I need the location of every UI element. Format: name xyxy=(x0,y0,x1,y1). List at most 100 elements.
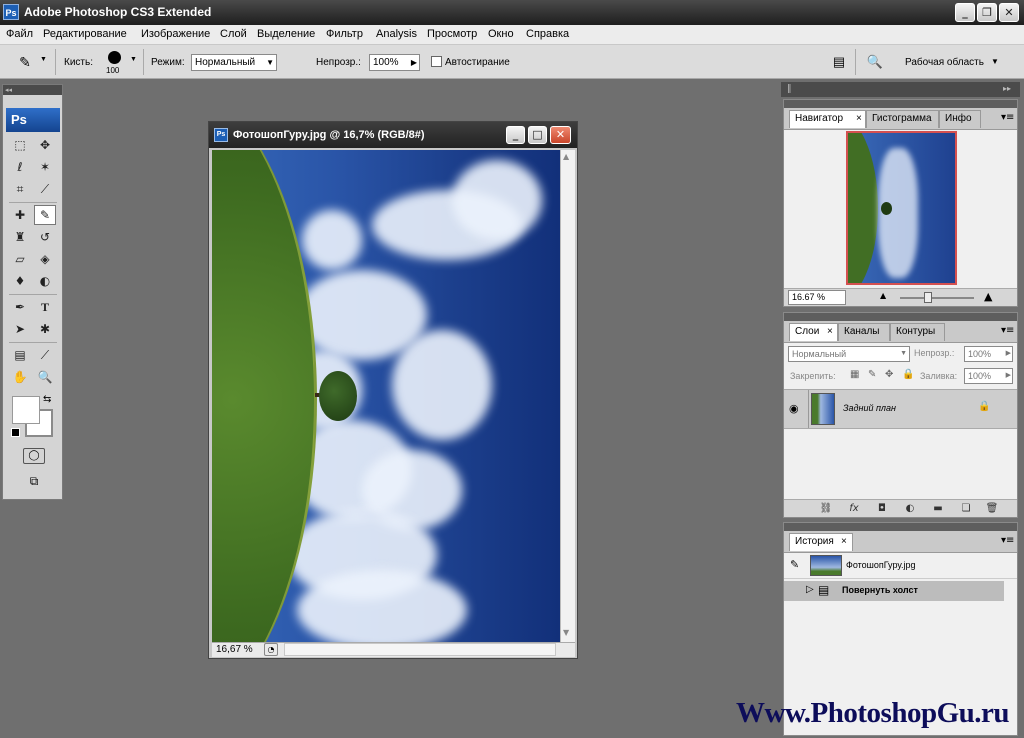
clone-stamp-tool-icon[interactable]: ♜ xyxy=(9,227,31,247)
add-mask-icon[interactable]: ◘ xyxy=(874,502,890,516)
tab-navigator[interactable]: Навигатор × xyxy=(789,110,866,128)
menu-select[interactable]: Выделение xyxy=(257,28,315,40)
mode-select[interactable]: Нормальный ▼ xyxy=(191,54,277,71)
delete-layer-icon[interactable]: 🗑 xyxy=(984,502,1000,516)
tab-close-icon[interactable]: × xyxy=(856,111,862,127)
menu-view[interactable]: Просмотр xyxy=(427,28,477,40)
new-layer-icon[interactable]: ❏ xyxy=(958,502,974,516)
menu-filter[interactable]: Фильтр xyxy=(326,28,363,40)
zoom-slider-thumb[interactable] xyxy=(924,292,932,303)
eraser-tool-icon[interactable]: ▱ xyxy=(9,249,31,269)
slider-arrow-icon[interactable]: ▶ xyxy=(1006,347,1011,361)
blur-tool-icon[interactable]: ♦ xyxy=(9,271,31,291)
menu-layer[interactable]: Слой xyxy=(220,28,247,40)
brush-preview-icon[interactable] xyxy=(108,51,121,64)
document-vertical-scrollbar[interactable]: ▲ ▼ xyxy=(560,150,575,642)
status-info-icon[interactable]: ◔ xyxy=(264,643,278,656)
default-colors-icon[interactable] xyxy=(11,428,20,437)
tab-layers[interactable]: Слои × xyxy=(789,323,838,341)
adjustment-layer-icon[interactable]: ◐ xyxy=(902,502,918,516)
hand-tool-icon[interactable]: ✋ xyxy=(9,367,31,387)
lock-transparency-icon[interactable]: ▦ xyxy=(850,369,859,380)
layer-row[interactable]: ◉ Задний план 🔒 xyxy=(784,389,1017,429)
scroll-down-icon[interactable]: ▼ xyxy=(563,628,569,637)
document-zoom-level[interactable]: 16,67 % xyxy=(216,644,253,655)
brush-tool-icon[interactable]: ✎ xyxy=(34,205,56,225)
swap-colors-icon[interactable]: ⇆ xyxy=(43,394,51,405)
zoom-out-icon[interactable]: ▲ xyxy=(880,291,886,300)
paint-bucket-tool-icon[interactable]: ◈ xyxy=(34,249,56,269)
pen-tool-icon[interactable]: ✒ xyxy=(9,297,31,317)
dodge-tool-icon[interactable]: ◐ xyxy=(34,271,56,291)
path-selection-tool-icon[interactable]: ➤ xyxy=(9,319,31,339)
layer-style-fx-icon[interactable]: fx xyxy=(846,502,862,516)
menu-window[interactable]: Окно xyxy=(488,28,514,40)
crop-tool-icon[interactable]: ⌗ xyxy=(9,179,31,199)
custom-shape-tool-icon[interactable]: ✱ xyxy=(34,319,56,339)
zoom-slider-track[interactable] xyxy=(900,297,974,299)
doc-minimize-button[interactable]: _ xyxy=(506,126,525,144)
navigator-thumbnail[interactable] xyxy=(846,131,957,285)
fill-input[interactable]: 100% ▶ xyxy=(964,368,1013,384)
tool-preset-dropdown-icon[interactable]: ▼ xyxy=(40,56,47,63)
menu-analysis[interactable]: Analysis xyxy=(376,28,417,40)
menu-edit[interactable]: Редактирование xyxy=(43,28,127,40)
panel-menu-icon[interactable]: ▾≡ xyxy=(1001,112,1014,123)
tab-info[interactable]: Инфо xyxy=(939,110,981,128)
notes-tool-icon[interactable]: ▤ xyxy=(9,345,31,365)
layer-opacity-input[interactable]: 100% ▶ xyxy=(964,346,1013,362)
tab-close-icon[interactable]: × xyxy=(827,324,833,340)
panel-menu-icon[interactable]: ▾≡ xyxy=(1001,535,1014,546)
slider-arrow-icon[interactable]: ▶ xyxy=(1006,369,1011,383)
workspace-dropdown-icon[interactable]: ▼ xyxy=(991,57,999,66)
visibility-eye-icon[interactable]: ◉ xyxy=(789,402,799,415)
new-group-icon[interactable]: ▬ xyxy=(930,502,946,516)
tab-close-icon[interactable]: × xyxy=(841,534,847,550)
history-step-row[interactable]: ▷ ▤ Повернуть холст xyxy=(784,581,1004,601)
brush-tool-preset-icon[interactable]: ✎ xyxy=(14,52,36,72)
screen-mode-icon[interactable]: ⧉ xyxy=(21,473,47,489)
doc-maximize-button[interactable]: □ xyxy=(528,126,547,144)
navigator-zoom-input[interactable]: 16.67 % xyxy=(788,290,846,305)
tab-channels[interactable]: Каналы xyxy=(838,323,890,341)
workspace-label[interactable]: Рабочая область xyxy=(905,57,984,68)
tab-paths[interactable]: Контуры xyxy=(890,323,945,341)
minimize-button[interactable]: _ xyxy=(955,3,975,22)
toolbox-collapse-handle[interactable]: ◂◂ xyxy=(3,85,62,95)
link-layers-icon[interactable]: ⛓ xyxy=(818,502,834,516)
type-tool-icon[interactable]: T xyxy=(34,297,56,317)
palette-well-icon[interactable]: ▤ xyxy=(830,54,848,70)
history-brush-tool-icon[interactable]: ↺ xyxy=(34,227,56,247)
healing-brush-tool-icon[interactable]: ✚ xyxy=(9,205,31,225)
marquee-tool-icon[interactable]: ⬚ xyxy=(9,135,31,155)
quick-mask-icon[interactable]: ◯ xyxy=(23,448,45,464)
magic-wand-tool-icon[interactable]: ✶ xyxy=(34,157,56,177)
dock-collapse-icon[interactable]: ▸▸ xyxy=(1003,84,1011,93)
move-tool-icon[interactable]: ✥ xyxy=(34,135,56,155)
lasso-tool-icon[interactable]: ℓ xyxy=(9,157,31,177)
eyedropper-tool-icon[interactable]: ⟋ xyxy=(34,345,56,365)
scroll-up-icon[interactable]: ▲ xyxy=(563,152,569,161)
tab-histogram[interactable]: Гистограмма xyxy=(866,110,939,128)
tab-history[interactable]: История × xyxy=(789,533,853,551)
lock-position-icon[interactable]: ✥ xyxy=(885,369,893,380)
zoom-tool-icon[interactable]: 🔍 xyxy=(34,367,56,387)
document-canvas[interactable] xyxy=(212,150,560,642)
history-brush-source-icon[interactable]: ✎ xyxy=(790,558,799,571)
close-button[interactable]: ✕ xyxy=(999,3,1019,22)
foreground-color-swatch-top[interactable] xyxy=(12,396,40,424)
menu-help[interactable]: Справка xyxy=(526,28,569,40)
auto-erase-checkbox[interactable] xyxy=(431,56,442,67)
doc-close-button[interactable]: ✕ xyxy=(550,126,571,144)
slice-tool-icon[interactable]: ⟋ xyxy=(34,179,56,199)
zoom-in-icon[interactable]: ▲ xyxy=(984,290,992,303)
document-horizontal-scrollbar[interactable] xyxy=(284,643,556,656)
layer-name[interactable]: Задний план xyxy=(843,403,896,413)
blend-mode-select[interactable]: Нормальный ▼ xyxy=(788,346,910,362)
photoshop-app-icon[interactable]: Ps xyxy=(3,4,19,20)
photoshop-logo[interactable]: Ps xyxy=(6,108,60,132)
opacity-slider-arrow-icon[interactable]: ▶ xyxy=(411,55,417,70)
panel-menu-icon[interactable]: ▾≡ xyxy=(1001,325,1014,336)
document-title-bar[interactable]: Ps ФотошопГуру.jpg @ 16,7% (RGB/8#) _ □ … xyxy=(209,122,577,148)
dock-grip-icon[interactable]: ‖ xyxy=(787,84,792,94)
